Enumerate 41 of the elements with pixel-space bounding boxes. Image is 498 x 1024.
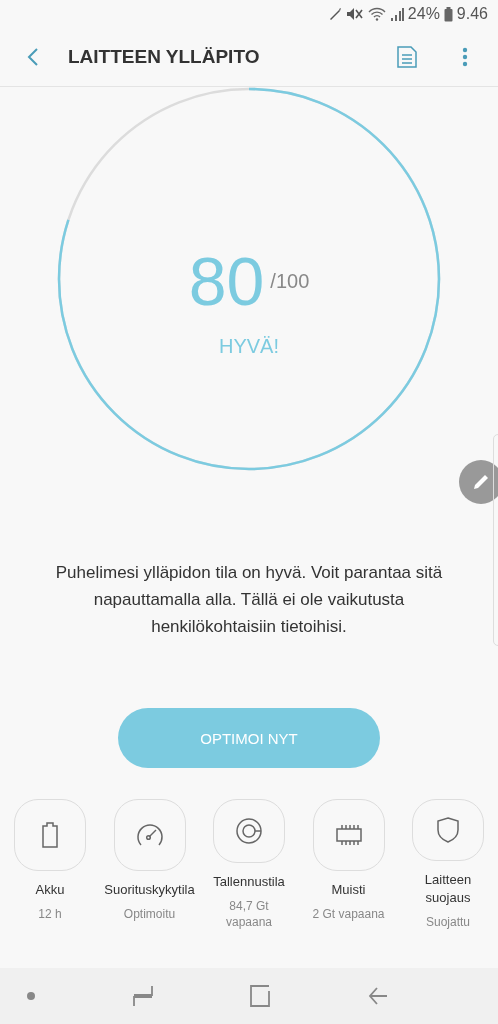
back-arrow-icon[interactable] xyxy=(367,986,388,1006)
tile-label: Tallennustila xyxy=(212,873,286,891)
more-options-icon[interactable] xyxy=(462,47,468,67)
screen-title: LAITTEEN YLLÄPITO xyxy=(68,46,261,68)
battery-percentage: 24% xyxy=(407,5,440,23)
document-icon[interactable] xyxy=(397,46,417,68)
chip-icon xyxy=(334,823,363,847)
pencil-icon xyxy=(472,473,490,491)
tile-label: Laitteen suojaus xyxy=(423,871,473,907)
score-rating: HYVÄ! xyxy=(219,335,279,358)
tile-status: 84,7 Gt vapaana xyxy=(224,898,273,930)
back-icon[interactable] xyxy=(27,47,39,67)
tile-label: Akku xyxy=(34,881,66,899)
score-value: 80 xyxy=(188,247,265,315)
speedometer-icon xyxy=(134,822,165,848)
feature-tile-button[interactable] xyxy=(213,799,285,863)
battery-icon xyxy=(42,822,58,848)
status-description: Puhelimesi ylläpidon tila on hyvä. Voit parantaa sitä napauttamalla alla. Tällä ei ole vaikutusta henkilökohtaisiin tietoihisi. xyxy=(54,562,444,638)
optimize-button[interactable]: OPTIMOI NYT xyxy=(118,708,380,768)
feature-tile-button[interactable] xyxy=(113,799,186,871)
battery-icon xyxy=(443,6,453,22)
shield-icon xyxy=(437,817,459,843)
mute-icon xyxy=(345,7,364,21)
score-max: /100 xyxy=(270,269,310,293)
tile-status: Optimoitu xyxy=(122,906,177,922)
edit-button[interactable] xyxy=(459,460,498,504)
disc-chart-icon xyxy=(235,817,263,845)
tile-label: Muisti xyxy=(330,881,367,899)
feature-tile-button[interactable] xyxy=(412,799,484,861)
tile-status: 2 Gt vapaana xyxy=(311,906,386,922)
wifi-icon xyxy=(367,7,386,21)
keyboard-dot-icon[interactable] xyxy=(27,992,35,1000)
home-icon[interactable] xyxy=(250,985,271,1007)
tile-status: 12 h xyxy=(37,906,63,922)
signal-icon xyxy=(389,7,404,21)
feature-tile-button[interactable] xyxy=(14,799,86,871)
clock: 9.46 xyxy=(456,5,488,23)
tile-status: Suojattu xyxy=(424,914,471,930)
recent-apps-icon[interactable] xyxy=(132,985,153,1007)
tile-label: Suorituskykytila xyxy=(103,881,196,899)
feature-tile-button[interactable] xyxy=(312,799,385,871)
